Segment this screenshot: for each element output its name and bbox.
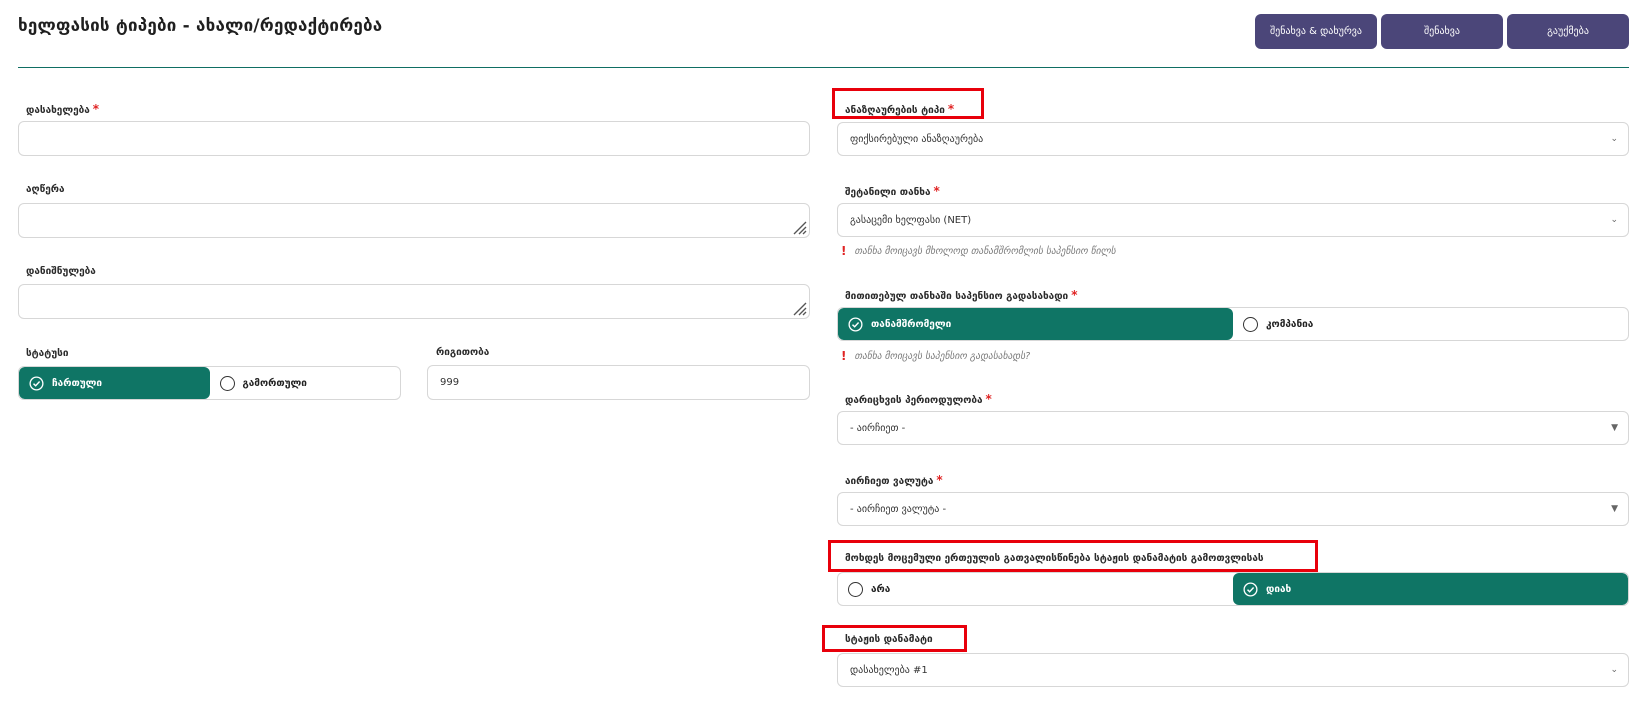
warning-icon: ! (841, 349, 847, 363)
name-label: დასახელება * (26, 102, 100, 116)
check-circle-icon (848, 316, 863, 332)
purpose-textarea[interactable] (18, 284, 810, 319)
check-circle-icon (1243, 581, 1258, 597)
seniority-label: სტაჟის დანამატი (845, 634, 933, 645)
input-amount-select[interactable]: გასაცემი ხელფასი (NET) ⌄ (837, 203, 1629, 237)
resize-grip-icon[interactable] (791, 300, 807, 316)
order-input-value: 999 (440, 377, 460, 388)
seniority-select[interactable]: დასახელება #1 ⌄ (837, 653, 1629, 687)
required-marker: * (985, 392, 992, 406)
cancel-button[interactable]: გაუქმება (1507, 14, 1629, 49)
name-input[interactable] (18, 121, 810, 156)
pension-hint: ! თანხა მოიცავს საპენსიო გადასახადს? (841, 349, 1031, 363)
caret-down-icon: ▼ (1611, 423, 1618, 433)
consider-rate-toggle: არა დიახ (837, 572, 1629, 606)
chevron-down-icon: ⌄ (1610, 665, 1618, 675)
consider-rate-label: მოხდეს მოცემული ერთეულის გათვალისწინება … (845, 553, 1264, 564)
chevron-down-icon: ⌄ (1610, 134, 1618, 144)
radio-icon (848, 581, 863, 597)
accrual-type-label: ანაზღაურების ტიპი * (845, 102, 955, 116)
consider-no-option[interactable]: არა (838, 573, 1233, 605)
page-title: ხელფასის ტიპები - ახალი/რედაქტირება (18, 16, 383, 36)
save-and-close-button[interactable]: შენახვა & დახურვა (1255, 14, 1377, 49)
required-marker: * (92, 102, 100, 116)
header-divider (18, 67, 1629, 68)
status-label: სტატუსი (26, 348, 69, 359)
purpose-label: დანიშნულება (26, 266, 96, 277)
required-marker: * (947, 102, 955, 116)
chevron-down-icon: ⌄ (1610, 215, 1618, 225)
status-off-option[interactable]: გამორთული (210, 367, 401, 399)
order-input[interactable]: 999 (427, 365, 810, 400)
required-marker: * (1071, 288, 1078, 302)
currency-select[interactable]: - აირჩიეთ ვალუტა - ▼ (837, 492, 1629, 526)
caret-down-icon: ▼ (1611, 504, 1618, 514)
periodicity-select[interactable]: - აირჩიეთ - ▼ (837, 411, 1629, 445)
radio-icon (1243, 316, 1258, 332)
toolbar: შენახვა & დახურვა შენახვა გაუქმება (1255, 14, 1629, 49)
consider-yes-option[interactable]: დიახ (1233, 573, 1628, 605)
status-on-option[interactable]: ჩართული (19, 367, 210, 399)
pension-payer-label: მითითებულ თანხაში საპენსიო გადასახადი * (845, 288, 1078, 302)
accrual-type-select[interactable]: ფიქსირებული ანაზღაურება ⌄ (837, 122, 1629, 156)
save-button[interactable]: შენახვა (1381, 14, 1503, 49)
currency-label: აირჩიეთ ვალუტა * (845, 473, 943, 487)
required-marker: * (936, 473, 943, 487)
description-label: აღწერა (26, 184, 65, 195)
radio-icon (219, 375, 235, 391)
pension-employee-option[interactable]: თანამშრომელი (838, 308, 1233, 340)
status-toggle: ჩართული გამორთული (18, 366, 401, 400)
description-textarea[interactable] (18, 203, 810, 238)
periodicity-label: დარიცხვის პერიოდულობა * (845, 392, 992, 406)
check-circle-icon (29, 375, 44, 391)
resize-grip-icon[interactable] (791, 219, 807, 235)
pension-company-option[interactable]: კომპანია (1233, 308, 1628, 340)
input-amount-hint: ! თანხა მოიცავს მხოლოდ თანამშრომლის საპე… (841, 244, 1116, 258)
order-label: რიგითობა (436, 347, 490, 358)
input-amount-label: შეტანილი თანხა * (845, 184, 940, 198)
required-marker: * (933, 184, 940, 198)
pension-payer-toggle: თანამშრომელი კომპანია (837, 307, 1629, 341)
warning-icon: ! (841, 244, 847, 258)
